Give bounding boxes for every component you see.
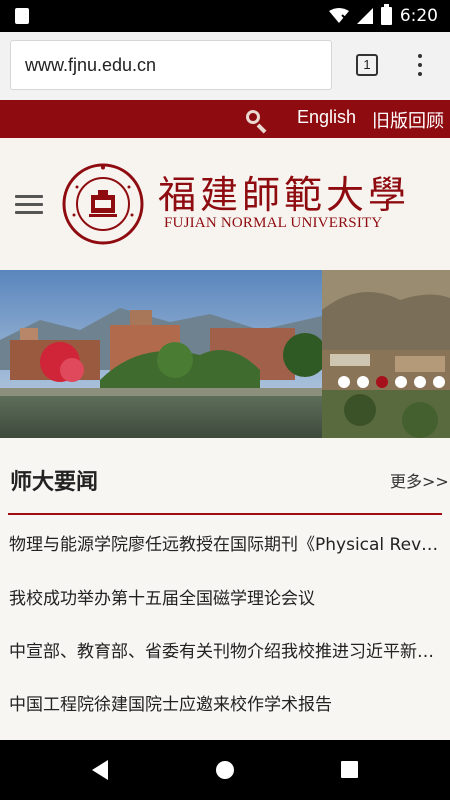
hamburger-menu-icon[interactable] xyxy=(15,195,43,215)
news-section: 师大要闻 更多>> 物理与能源学院廖任远教授在国际期刊《Physical Rev… xyxy=(0,438,450,740)
site-top-bar: English 旧版回顾 xyxy=(0,100,450,138)
news-item[interactable]: 中宣部、教育部、省委有关刊物介绍我校推进习近平新时代中国特色社会主义思想 xyxy=(9,637,439,662)
recent-apps-icon[interactable] xyxy=(341,761,358,778)
system-navigation-bar xyxy=(0,740,450,800)
carousel-indicators xyxy=(338,376,445,390)
news-item[interactable]: 中国工程院徐建国院士应邀来校作学术报告 xyxy=(9,690,439,715)
battery-icon xyxy=(380,4,392,25)
carousel-dot[interactable] xyxy=(357,376,369,388)
address-bar[interactable]: www.fjnu.edu.cn xyxy=(10,40,332,90)
banner-carousel[interactable] xyxy=(0,270,450,438)
section-divider xyxy=(8,513,442,515)
status-bar: 6:20 xyxy=(0,0,450,32)
home-icon[interactable] xyxy=(216,761,234,779)
overflow-menu-icon[interactable] xyxy=(416,54,424,78)
university-name-cn: 福建師範大學 xyxy=(158,173,411,217)
wifi-icon xyxy=(328,8,349,23)
news-item[interactable]: 我校成功举办第十五届全国磁学理论会议 xyxy=(9,584,439,609)
carousel-dot[interactable] xyxy=(433,376,445,388)
carousel-dot[interactable] xyxy=(395,376,407,388)
carousel-dot[interactable] xyxy=(338,376,350,388)
sim-card-icon xyxy=(15,8,29,24)
back-icon[interactable] xyxy=(92,760,108,780)
university-name-en: FUJIAN NORMAL UNIVERSITY xyxy=(164,215,383,231)
browser-toolbar: www.fjnu.edu.cn 1 xyxy=(0,32,450,101)
carousel-dot-active[interactable] xyxy=(376,376,388,388)
university-seal-logo xyxy=(62,163,144,245)
campus-photo xyxy=(0,270,450,438)
news-section-title: 师大要闻 xyxy=(10,470,99,495)
news-item[interactable]: 物理与能源学院廖任远教授在国际期刊《Physical Review Letter… xyxy=(9,530,439,555)
search-icon[interactable] xyxy=(244,108,270,134)
signal-icon xyxy=(356,8,373,24)
more-news-link[interactable]: 更多>> xyxy=(390,468,449,492)
site-header: 福建師範大學 FUJIAN NORMAL UNIVERSITY xyxy=(0,138,450,270)
carousel-dot[interactable] xyxy=(414,376,426,388)
english-link[interactable]: English xyxy=(297,107,356,128)
clock: 6:20 xyxy=(399,6,438,26)
tab-switcher-button[interactable]: 1 xyxy=(356,54,378,76)
old-site-link[interactable]: 旧版回顾 xyxy=(372,107,444,133)
status-icons: 6:20 xyxy=(328,4,438,27)
